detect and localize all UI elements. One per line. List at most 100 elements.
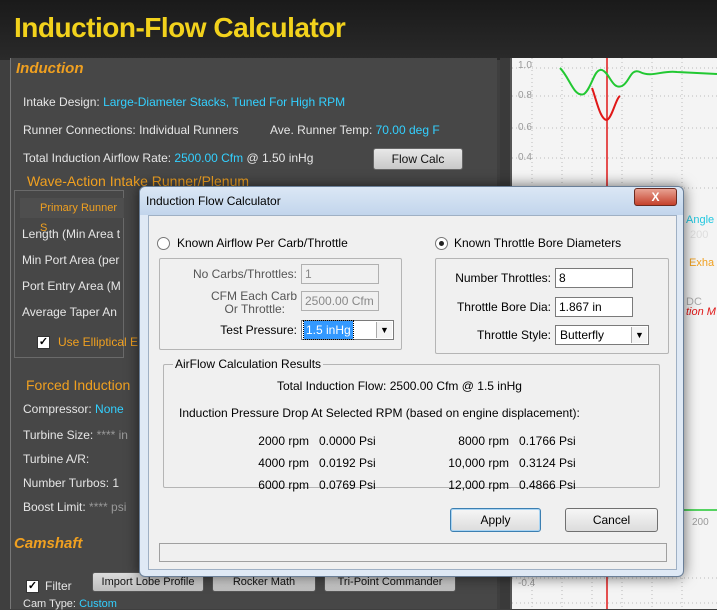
results-header: AirFlow Calculation Results bbox=[173, 357, 324, 371]
test-pressure-label: Test Pressure: bbox=[220, 323, 297, 337]
cfm-each-field[interactable]: 2500.00 Cfm bbox=[301, 291, 379, 311]
pressure-drop-line: Induction Pressure Drop At Selected RPM … bbox=[179, 406, 580, 420]
airflow-rate-pressure: @ 1.50 inHg bbox=[246, 151, 314, 165]
radio-known-airflow[interactable] bbox=[157, 237, 170, 250]
graph-axis-label-5: 200 bbox=[692, 517, 709, 528]
total-flow-line: Total Induction Flow: 2500.00 Cfm @ 1.5 … bbox=[277, 379, 522, 393]
compressor-value[interactable]: None bbox=[95, 402, 124, 416]
chevron-down-icon[interactable]: ▼ bbox=[631, 327, 647, 343]
result-rpm: 12,000 rpm bbox=[448, 478, 509, 492]
turbine-size-row: Turbine Size: **** in bbox=[23, 428, 128, 442]
throttle-style-select[interactable]: Butterfly ▼ bbox=[555, 325, 649, 345]
graph-side-200: 200 bbox=[690, 229, 709, 241]
runner-connections-row: Runner Connections: Individual Runners bbox=[23, 123, 238, 137]
boost-limit-value[interactable]: **** psi bbox=[89, 500, 126, 514]
result-psi: 0.3124 Psi bbox=[519, 456, 576, 470]
app-title: Induction-Flow Calculator bbox=[14, 12, 346, 43]
cfm-each-label-line2: Or Throttle: bbox=[224, 302, 285, 316]
throttle-style-value: Butterfly bbox=[560, 328, 605, 342]
runner-temp-row: Ave. Runner Temp: 70.00 deg F bbox=[270, 123, 440, 137]
graph-side-angle: Angle bbox=[686, 214, 715, 226]
dialog-close-button[interactable]: X bbox=[634, 188, 677, 206]
apply-button[interactable]: Apply bbox=[450, 508, 541, 532]
runner-connections-label: Runner Connections: bbox=[23, 123, 136, 137]
boost-limit-row: Boost Limit: **** psi bbox=[23, 500, 126, 514]
radio-known-airflow-label[interactable]: Known Airflow Per Carb/Throttle bbox=[177, 236, 348, 250]
induction-section-header: Induction bbox=[16, 60, 84, 77]
result-psi: 0.0000 Psi bbox=[319, 434, 376, 448]
turbine-size-label: Turbine Size: bbox=[23, 428, 94, 442]
induction-flow-dialog: Induction Flow Calculator X Known Airflo… bbox=[139, 186, 684, 577]
turbine-size-value[interactable]: **** in bbox=[97, 428, 128, 442]
forced-induction-header: Forced Induction bbox=[26, 377, 131, 393]
number-turbos-label: Number Turbos: bbox=[23, 476, 110, 490]
filter-checkbox[interactable]: ✓ bbox=[26, 580, 39, 593]
chevron-down-icon[interactable]: ▼ bbox=[376, 322, 392, 338]
no-carbs-field[interactable]: 1 bbox=[301, 264, 379, 284]
result-psi: 0.0192 Psi bbox=[319, 456, 376, 470]
close-icon: X bbox=[651, 190, 660, 204]
throttle-bore-field[interactable]: 1.867 in bbox=[555, 297, 633, 317]
cfm-each-label: CFM Each Carb Or Throttle: bbox=[169, 290, 297, 316]
graph-red-series bbox=[591, 87, 621, 122]
elliptical-label: Use Elliptical E bbox=[58, 335, 139, 349]
boost-limit-label: Boost Limit: bbox=[23, 500, 86, 514]
result-rpm: 4000 rpm bbox=[258, 456, 309, 470]
compressor-row: Compressor: None bbox=[23, 402, 124, 416]
compressor-label: Compressor: bbox=[23, 402, 92, 416]
graph-green-series bbox=[559, 67, 717, 96]
status-bar bbox=[159, 543, 667, 562]
graph-side-exhaust: Exha bbox=[689, 257, 715, 269]
filter-label: Filter bbox=[45, 579, 72, 593]
result-rpm: 6000 rpm bbox=[258, 478, 309, 492]
number-turbos-value[interactable]: 1 bbox=[112, 476, 119, 490]
runner-connections-value[interactable]: Individual Runners bbox=[139, 123, 238, 137]
result-rpm: 8000 rpm bbox=[458, 434, 509, 448]
radio-known-bore-label[interactable]: Known Throttle Bore Diameters bbox=[454, 236, 621, 250]
graph-axis-label-2: 0.8 bbox=[518, 90, 532, 101]
test-pressure-select[interactable]: 1.5 inHg ▼ bbox=[301, 320, 394, 340]
result-psi: 0.0769 Psi bbox=[319, 478, 376, 492]
runner-field-port-entry: Port Entry Area (M bbox=[22, 279, 121, 293]
test-pressure-value: 1.5 inHg bbox=[303, 320, 354, 340]
intake-design-row: Intake Design: Large-Diameter Stacks, Tu… bbox=[23, 95, 345, 109]
cam-type-label: Cam Type: bbox=[23, 598, 76, 610]
no-carbs-label: No Carbs/Throttles: bbox=[192, 267, 297, 281]
result-rpm: 2000 rpm bbox=[258, 434, 309, 448]
intake-design-value[interactable]: Large-Diameter Stacks, Tuned For High RP… bbox=[103, 95, 345, 109]
graph-axis-label-1: 1.0 bbox=[518, 60, 532, 71]
number-throttles-label: Number Throttles: bbox=[455, 271, 551, 285]
intake-design-label: Intake Design: bbox=[23, 95, 100, 109]
graph-axis-label-6: -0.4 bbox=[518, 578, 536, 589]
graph-side-motion: tion M bbox=[686, 306, 716, 318]
dialog-title: Induction Flow Calculator bbox=[146, 194, 281, 208]
result-psi: 0.1766 Psi bbox=[519, 434, 576, 448]
runner-temp-value[interactable]: 70.00 deg F bbox=[376, 123, 440, 137]
throttle-style-label: Throttle Style: bbox=[476, 328, 551, 342]
cancel-button[interactable]: Cancel bbox=[565, 508, 658, 532]
graph-axis-label-4: 0.4 bbox=[518, 152, 532, 163]
dialog-body: Known Airflow Per Carb/Throttle Known Th… bbox=[148, 215, 677, 570]
number-throttles-field[interactable]: 8 bbox=[555, 268, 633, 288]
runner-field-taper: Average Taper An bbox=[22, 305, 117, 319]
result-psi: 0.4866 Psi bbox=[519, 478, 576, 492]
primary-runner-tab[interactable]: Primary Runner S bbox=[20, 198, 124, 234]
throttle-bore-label: Throttle Bore Dia: bbox=[456, 300, 551, 314]
airflow-rate-row: Total Induction Airflow Rate: 2500.00 Cf… bbox=[23, 151, 313, 165]
cam-type-value[interactable]: Custom bbox=[79, 598, 117, 610]
turbine-ar-label: Turbine A/R: bbox=[23, 452, 90, 466]
cam-type-row: Cam Type: Custom bbox=[23, 598, 117, 610]
flow-calc-button[interactable]: Flow Calc bbox=[373, 148, 463, 170]
airflow-rate-label: Total Induction Airflow Rate: bbox=[23, 151, 172, 165]
runner-field-length: Length (Min Area t bbox=[22, 227, 121, 241]
radio-known-bore[interactable] bbox=[435, 237, 448, 250]
runner-field-min-port: Min Port Area (per bbox=[22, 253, 120, 267]
result-rpm: 10,000 rpm bbox=[448, 456, 509, 470]
number-turbos-row: Number Turbos: 1 bbox=[23, 476, 119, 490]
graph-axis-label-3: 0.6 bbox=[518, 122, 532, 133]
airflow-rate-value[interactable]: 2500.00 Cfm bbox=[174, 151, 243, 165]
dialog-titlebar[interactable]: Induction Flow Calculator X bbox=[140, 187, 683, 215]
elliptical-checkbox[interactable]: ✓ bbox=[37, 336, 50, 349]
app-title-bar: Induction-Flow Calculator bbox=[0, 0, 717, 60]
camshaft-section-header: Camshaft bbox=[14, 535, 83, 552]
